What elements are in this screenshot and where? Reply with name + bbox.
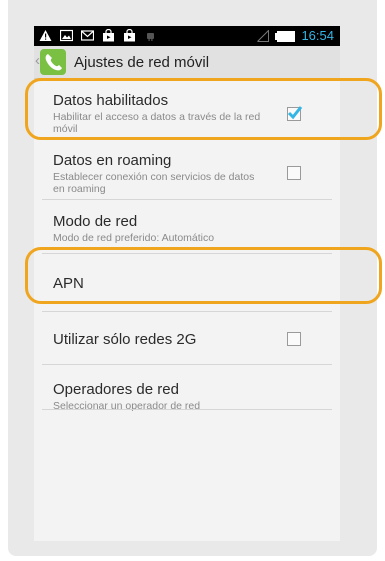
phone-icon xyxy=(45,54,62,71)
highlight-datos-habilitados xyxy=(25,78,382,140)
battery-icon xyxy=(275,30,296,42)
list-item-datos-roaming[interactable]: Datos en roaming Establecer conexión con… xyxy=(34,140,340,199)
bag-icon xyxy=(103,29,114,42)
warning-icon xyxy=(39,30,52,41)
android-icon xyxy=(147,33,154,41)
phone-app-icon[interactable] xyxy=(40,49,66,75)
mail-icon xyxy=(81,30,94,41)
image-icon xyxy=(60,29,73,42)
setting-title: Operadores de red xyxy=(53,381,179,398)
bag-icon xyxy=(124,29,135,42)
setting-title: Datos en roaming xyxy=(53,152,172,169)
setting-summary: Seleccionar un operador de red xyxy=(53,400,201,412)
highlight-apn xyxy=(25,247,382,304)
setting-summary: Establecer conexión con servicios de dat… xyxy=(53,171,255,195)
list-item-solo-2g[interactable]: Utilizar sólo redes 2G xyxy=(34,312,340,364)
status-bar: 16:54 xyxy=(34,26,340,46)
solo-2g-checkbox[interactable] xyxy=(287,332,301,346)
datos-roaming-checkbox[interactable] xyxy=(287,166,301,180)
status-right: 16:54 xyxy=(257,28,334,44)
signal-icon xyxy=(257,30,270,42)
notification-icons xyxy=(39,29,157,42)
list-item-modo-de-red[interactable]: Modo de red Modo de red preferido: Autom… xyxy=(34,200,340,253)
setting-summary: Modo de red preferido: Automático xyxy=(53,232,215,244)
divider xyxy=(42,409,332,410)
setting-title: Utilizar sólo redes 2G xyxy=(53,331,197,348)
page-title: Ajustes de red móvil xyxy=(74,54,210,71)
action-bar: ‹ Ajustes de red móvil xyxy=(34,46,340,79)
status-time: 16:54 xyxy=(301,28,334,43)
setting-title: Modo de red xyxy=(53,213,138,230)
